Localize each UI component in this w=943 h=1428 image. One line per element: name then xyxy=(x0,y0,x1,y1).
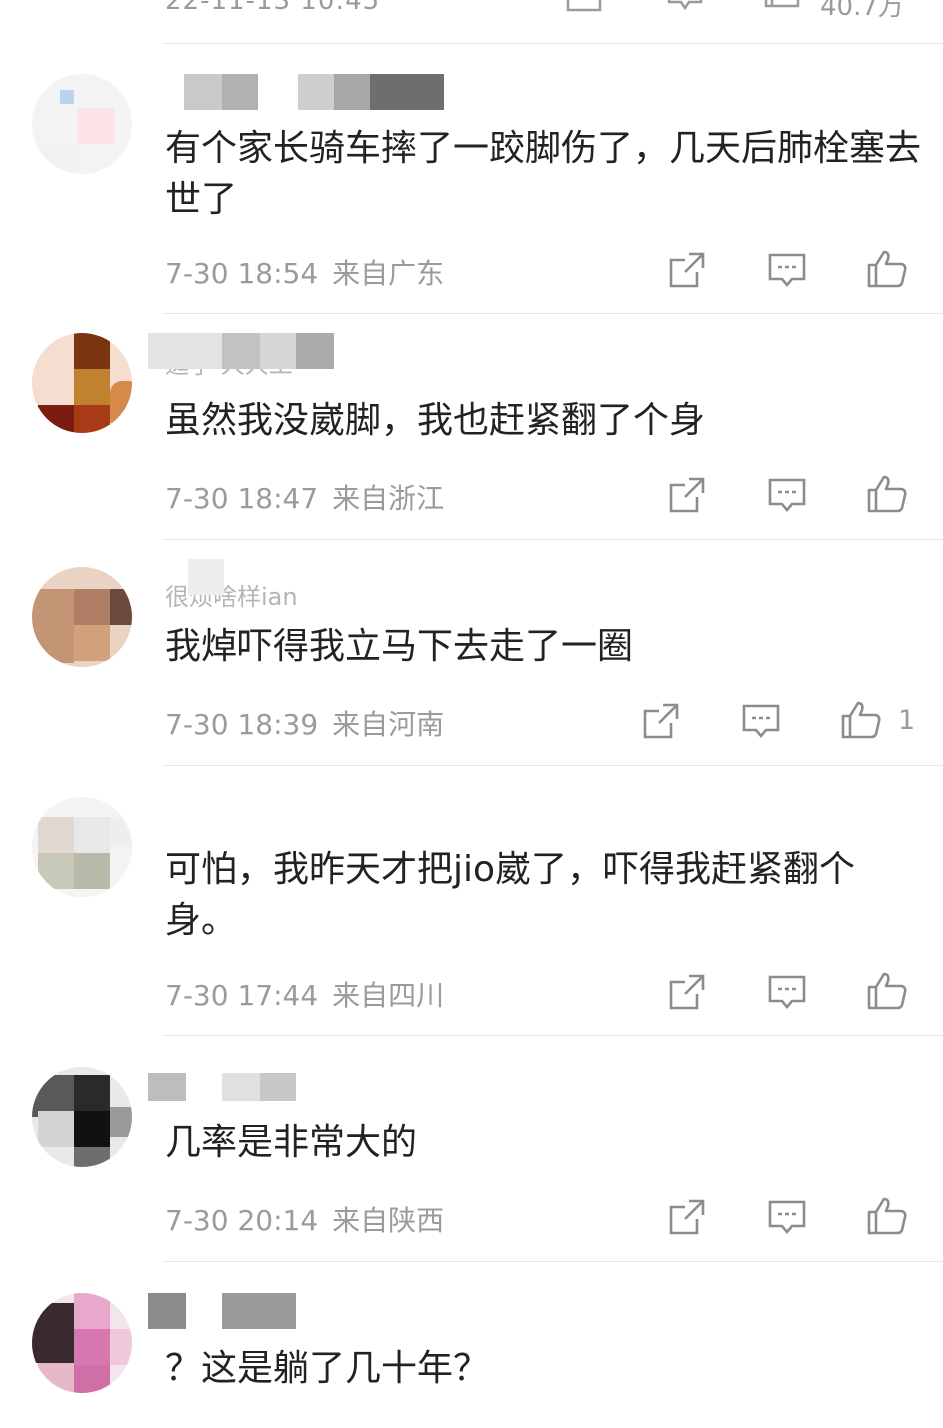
username-mosaic xyxy=(148,333,222,369)
avatar[interactable] xyxy=(32,1067,132,1167)
divider xyxy=(162,43,943,44)
username[interactable]: monkey xyxy=(148,74,448,110)
username-mosaic xyxy=(222,1073,260,1101)
like-icon[interactable] xyxy=(866,1195,907,1235)
comment-meta: 7-30 20:14 来自陕西 xyxy=(165,1199,444,1239)
comment-icon[interactable] xyxy=(767,475,807,515)
username-mosaic xyxy=(222,74,258,110)
avatar[interactable] xyxy=(32,333,132,433)
comment-text: ？这是躺了几十年？ xyxy=(165,1348,490,1389)
previous-like-count: 40.7万 xyxy=(820,0,904,22)
comment-location: 来自四川 xyxy=(332,979,445,1012)
comment-location: 来自河南 xyxy=(332,708,445,741)
share-icon[interactable] xyxy=(667,972,707,1012)
username-mosaic xyxy=(184,74,222,110)
username[interactable] xyxy=(148,1293,448,1329)
like-icon[interactable] xyxy=(866,248,907,288)
username[interactable]: 很烦啥样ian xyxy=(148,559,448,611)
comment-meta: 7-30 17:44 来自四川 xyxy=(165,974,444,1014)
username[interactable] xyxy=(148,797,448,833)
divider xyxy=(162,1261,943,1262)
like-icon[interactable] xyxy=(866,473,907,513)
comment-icon[interactable] xyxy=(767,250,807,290)
comment-time: 7-30 18:54 xyxy=(165,257,319,290)
avatar[interactable] xyxy=(32,74,132,174)
comment-text: 可怕，我昨天才把jio崴了，吓得我赶紧翻个身。 xyxy=(165,849,856,941)
username-mosaic xyxy=(260,1073,296,1101)
comment-location: 来自陕西 xyxy=(332,1204,445,1237)
divider xyxy=(162,765,943,766)
comment-meta: 7-30 18:47 来自浙江 xyxy=(165,477,444,517)
comment-time: 7-30 18:39 xyxy=(165,708,319,741)
comment-meta: 7-30 18:39 来自河南 xyxy=(165,703,444,743)
share-icon[interactable] xyxy=(667,1197,707,1237)
comment-text: 我焯吓得我立马下去走了一圈 xyxy=(165,626,634,667)
username-mosaic xyxy=(222,333,260,369)
username-mosaic xyxy=(222,1293,296,1329)
divider xyxy=(162,539,943,540)
previous-timestamp: 22-11-13 10:45 xyxy=(165,0,381,16)
comment-time: 7-30 20:14 xyxy=(165,1204,319,1237)
comment-text: 虽然我没崴脚，我也赶紧翻了个身 xyxy=(165,400,706,441)
comment-location: 来自广东 xyxy=(332,257,445,290)
comment-icon[interactable] xyxy=(767,1197,807,1237)
username[interactable] xyxy=(148,1073,448,1109)
username-mosaic xyxy=(334,74,370,110)
previous-comment-footer: 22-11-13 10:45 40.7万 xyxy=(0,0,943,44)
comment-meta: 7-30 18:54 来自广东 xyxy=(165,252,444,292)
comment-time: 7-30 17:44 xyxy=(165,979,319,1012)
comment-icon[interactable] xyxy=(741,701,781,741)
share-icon[interactable] xyxy=(566,0,602,12)
share-icon[interactable] xyxy=(667,250,707,290)
divider xyxy=(162,313,943,314)
username-mosaic xyxy=(370,74,444,110)
avatar[interactable] xyxy=(32,797,132,897)
comment-location: 来自浙江 xyxy=(332,482,445,515)
comment-time: 7-30 18:47 xyxy=(165,482,319,515)
username-mosaic xyxy=(188,559,224,595)
username-mosaic xyxy=(298,74,334,110)
divider xyxy=(162,1035,943,1036)
username[interactable]: 逛子 人人工 xyxy=(148,333,448,379)
username-mosaic xyxy=(296,333,334,369)
avatar[interactable] xyxy=(32,567,132,667)
avatar[interactable] xyxy=(32,1293,132,1393)
comment-text: 几率是非常大的 xyxy=(165,1122,418,1163)
share-icon[interactable] xyxy=(641,701,681,741)
like-icon[interactable] xyxy=(866,970,907,1010)
comment-icon[interactable] xyxy=(767,972,807,1012)
like-icon[interactable] xyxy=(764,0,800,12)
like-icon[interactable] xyxy=(840,699,881,739)
like-count: 1 xyxy=(898,705,916,736)
username-mosaic xyxy=(148,1073,186,1101)
comment-text: 有个家长骑车摔了一跤脚伤了，几天后肺栓塞去世了 xyxy=(165,128,922,220)
username-mosaic xyxy=(260,333,296,369)
username-mosaic xyxy=(148,1293,186,1329)
comment-icon[interactable] xyxy=(667,0,703,12)
share-icon[interactable] xyxy=(667,475,707,515)
